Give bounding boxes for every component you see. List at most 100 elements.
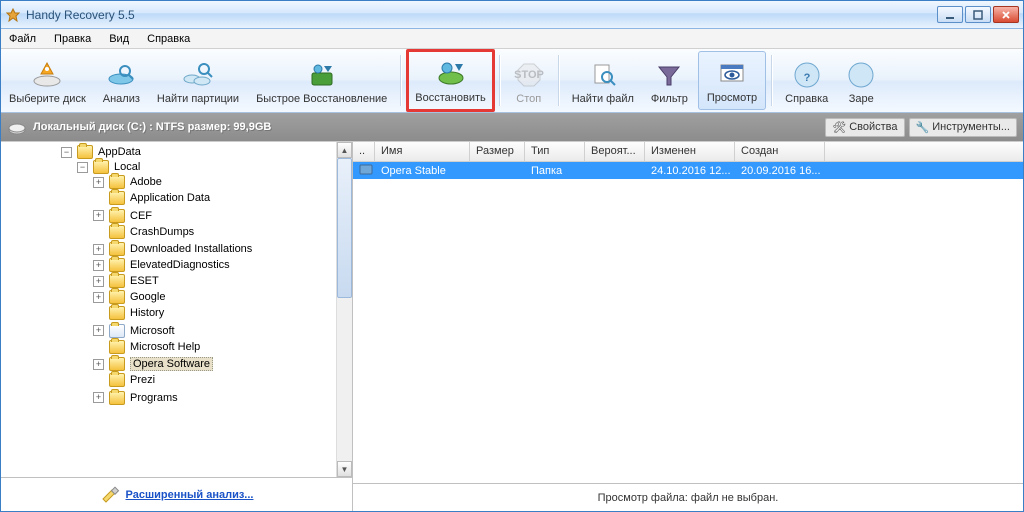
expand-icon[interactable]: + — [93, 392, 104, 403]
app-icon — [5, 7, 21, 23]
expand-icon[interactable] — [93, 226, 104, 237]
tree-node[interactable]: + Adobe — [93, 175, 162, 189]
preview-icon — [716, 58, 748, 90]
expand-icon[interactable]: + — [93, 244, 104, 255]
expand-icon[interactable]: + — [93, 276, 104, 287]
col-type[interactable]: Тип — [525, 142, 585, 161]
menu-view[interactable]: Вид — [105, 31, 133, 47]
svg-text:?: ? — [803, 72, 810, 84]
folder-icon — [109, 175, 125, 189]
tree-scrollbar[interactable]: ▲ ▼ — [336, 142, 352, 477]
folder-tree[interactable]: − AppData − Local +AdobeA — [1, 142, 352, 477]
scroll-down-button[interactable]: ▼ — [337, 461, 352, 477]
right-pane: .. Имя Размер Тип Вероят... Изменен Созд… — [353, 142, 1023, 511]
quick-restore-button[interactable]: Быстрое Восстановление — [248, 49, 396, 112]
col-size[interactable]: Размер — [470, 142, 525, 161]
file-grid: .. Имя Размер Тип Вероят... Изменен Созд… — [353, 142, 1023, 483]
collapse-icon[interactable]: − — [61, 147, 72, 158]
minimize-button[interactable] — [937, 6, 963, 23]
expand-icon[interactable] — [93, 341, 104, 352]
menubar: Файл Правка Вид Справка — [1, 29, 1023, 49]
tree-node[interactable]: +ElevatedDiagnostics — [93, 258, 230, 272]
help-icon: ? — [791, 59, 823, 91]
cell-name: Opera Stable — [375, 164, 470, 178]
expand-icon[interactable] — [93, 375, 104, 386]
help-button[interactable]: ? Справка — [777, 49, 837, 112]
tree-node[interactable]: +ESET — [93, 274, 159, 288]
tree-node[interactable]: + Google — [93, 290, 165, 304]
grid-row[interactable]: Opera Stable Папка 24.10.2016 12... 20.0… — [353, 162, 1023, 179]
expand-icon[interactable] — [93, 193, 104, 204]
app-window: Handy Recovery 5.5 Файл Правка Вид Справ… — [0, 0, 1024, 512]
tree-node[interactable]: + Programs — [93, 391, 178, 405]
expand-icon[interactable] — [93, 308, 104, 319]
menu-help[interactable]: Справка — [143, 31, 194, 47]
tree-node[interactable]: CrashDumps — [93, 225, 194, 239]
expand-icon[interactable]: + — [93, 325, 104, 336]
filter-label: Фильтр — [651, 93, 688, 105]
expand-icon[interactable]: + — [93, 177, 104, 188]
maximize-button[interactable] — [965, 6, 991, 23]
tree-node[interactable]: Microsoft Help — [93, 340, 200, 354]
select-disk-label: Выберите диск — [9, 93, 86, 105]
col-icon[interactable]: .. — [353, 142, 375, 161]
expand-icon[interactable]: + — [93, 359, 104, 370]
tree-label: Programs — [130, 392, 178, 404]
tools-button[interactable]: 🔧 Инструменты... — [909, 118, 1017, 137]
tree-label: Microsoft Help — [130, 341, 200, 353]
expand-icon[interactable]: + — [93, 292, 104, 303]
svg-text:STOP: STOP — [514, 69, 544, 81]
menu-file[interactable]: Файл — [5, 31, 40, 47]
analyze-button[interactable]: Анализ — [95, 49, 149, 112]
tree-node[interactable]: +Opera Software — [93, 357, 213, 371]
find-partitions-button[interactable]: Найти партиции — [149, 49, 248, 112]
tree-node[interactable]: + CEF — [93, 209, 152, 223]
folder-icon — [109, 373, 125, 387]
folder-icon — [109, 357, 125, 371]
properties-button[interactable]: 🛠 Свойства — [825, 118, 904, 137]
folder-icon — [109, 242, 125, 256]
folder-icon — [109, 258, 125, 272]
scroll-up-button[interactable]: ▲ — [337, 142, 352, 158]
grid-body[interactable]: Opera Stable Папка 24.10.2016 12... 20.0… — [353, 162, 1023, 483]
col-modified[interactable]: Изменен — [645, 142, 735, 161]
tree-node[interactable]: Application Data — [93, 191, 210, 205]
select-disk-button[interactable]: Выберите диск — [1, 49, 95, 112]
tree-label: CrashDumps — [130, 226, 194, 238]
tree-label: Adobe — [130, 176, 162, 188]
left-pane: − AppData − Local +AdobeA — [1, 142, 353, 511]
drive-icon — [7, 117, 27, 137]
find-file-button[interactable]: Найти файл — [564, 49, 643, 112]
tree-node-appdata[interactable]: − AppData — [61, 145, 141, 159]
tree-node-local[interactable]: − Local — [77, 160, 140, 174]
col-name[interactable]: Имя — [375, 142, 470, 161]
restore-button[interactable]: Восстановить — [406, 49, 494, 112]
col-created[interactable]: Создан — [735, 142, 825, 161]
tree-node[interactable]: + Downloaded Installations — [93, 242, 252, 256]
disk-icon — [31, 59, 63, 91]
tree-node[interactable]: +Microsoft — [93, 324, 175, 338]
toolbar-separator — [558, 55, 560, 106]
expand-icon[interactable]: + — [93, 260, 104, 271]
tree-node[interactable]: History — [93, 306, 164, 320]
folder-icon — [93, 160, 109, 174]
tree-label: Downloaded Installations — [130, 243, 252, 255]
collapse-icon[interactable]: − — [77, 162, 88, 173]
col-prob[interactable]: Вероят... — [585, 142, 645, 161]
quick-restore-icon — [306, 59, 338, 91]
register-button[interactable]: Заре — [837, 49, 886, 112]
disk-label: Локальный диск (C:) : NTFS размер: 99,9G… — [33, 121, 821, 133]
tree-label: Application Data — [130, 192, 210, 204]
preview-button[interactable]: Просмотр — [698, 51, 766, 110]
advanced-analysis-link[interactable]: Расширенный анализ... — [126, 489, 254, 501]
tree-node[interactable]: Prezi — [93, 373, 155, 387]
close-button[interactable] — [993, 6, 1019, 23]
cell-size — [470, 170, 525, 172]
expand-icon[interactable]: + — [93, 210, 104, 221]
scroll-thumb[interactable] — [337, 158, 352, 298]
menu-edit[interactable]: Правка — [50, 31, 95, 47]
tree-label: CEF — [130, 210, 152, 222]
filter-button[interactable]: Фильтр — [643, 49, 697, 112]
tree-label: Google — [130, 291, 165, 303]
titlebar: Handy Recovery 5.5 — [1, 1, 1023, 29]
